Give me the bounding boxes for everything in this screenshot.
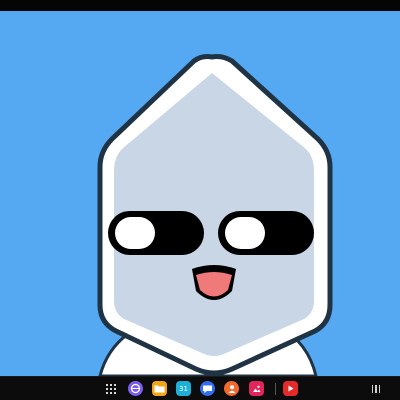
- gallery-icon[interactable]: [249, 381, 264, 396]
- app-drawer-button[interactable]: [104, 382, 118, 396]
- messages-icon[interactable]: [200, 381, 215, 396]
- grid-icon: [106, 384, 116, 394]
- taskbar-separator: [275, 383, 276, 395]
- status-bar: [0, 0, 400, 11]
- internet-browser-icon[interactable]: [128, 381, 143, 396]
- right-eye: [218, 211, 314, 255]
- left-eye: [108, 211, 204, 255]
- calendar-icon-date: 31: [179, 384, 188, 393]
- my-files-icon[interactable]: [152, 381, 167, 396]
- wallpaper: [0, 11, 400, 376]
- youtube-icon[interactable]: [283, 381, 298, 396]
- taskbar: 31: [0, 376, 400, 400]
- recent-apps-button[interactable]: [369, 382, 383, 396]
- wallpaper-illustration: [0, 11, 400, 376]
- calendar-icon[interactable]: 31: [176, 381, 191, 396]
- contacts-icon[interactable]: [224, 381, 239, 396]
